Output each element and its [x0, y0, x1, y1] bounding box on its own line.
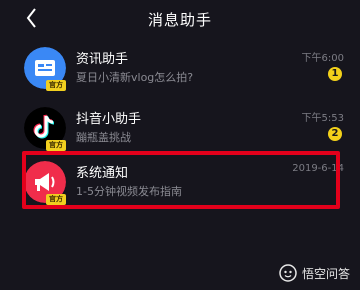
watermark-text: 悟空问答 — [301, 266, 350, 281]
row-name: 系统通知 — [76, 166, 129, 181]
unread-count-badge: 1 — [328, 67, 342, 81]
row-subtitle: 蹦瓶盖挑战 — [76, 131, 131, 144]
avatar: 官方 — [24, 47, 66, 91]
row-time: 下午5:53 — [301, 113, 344, 124]
unread-count-badge: 2 — [328, 127, 342, 141]
avatar: 官方 — [24, 107, 66, 151]
row-time: 2019-6-14 — [292, 163, 344, 174]
row-name: 资讯助手 — [76, 52, 129, 67]
header: 消息助手 — [0, 0, 360, 38]
row-name: 抖音小助手 — [76, 112, 142, 127]
message-assistant-screen: 消息助手 官方 资讯助手 夏日小清新vlog怎么拍? 下午6:00 1 官方 抖… — [0, 0, 360, 290]
avatar: 官方 — [24, 161, 66, 205]
wukong-logo-icon — [279, 264, 297, 282]
list-item-system-notice[interactable]: 官方 系统通知 1-5分钟视频发布指南 2019-6-14 — [0, 154, 350, 210]
official-badge: 官方 — [46, 80, 66, 91]
page-title: 消息助手 — [147, 11, 212, 29]
official-badge: 官方 — [46, 194, 66, 205]
row-subtitle: 夏日小清新vlog怎么拍? — [76, 71, 194, 84]
list-item-news-assistant[interactable]: 官方 资讯助手 夏日小清新vlog怎么拍? 下午6:00 1 — [0, 40, 350, 96]
row-subtitle: 1-5分钟视频发布指南 — [76, 185, 182, 198]
row-time: 下午6:00 — [301, 53, 344, 64]
watermark: 悟空问答 — [279, 264, 350, 282]
list-item-douyin-assistant[interactable]: 官方 抖音小助手 蹦瓶盖挑战 下午5:53 2 — [0, 100, 350, 156]
official-badge: 官方 — [46, 140, 66, 151]
